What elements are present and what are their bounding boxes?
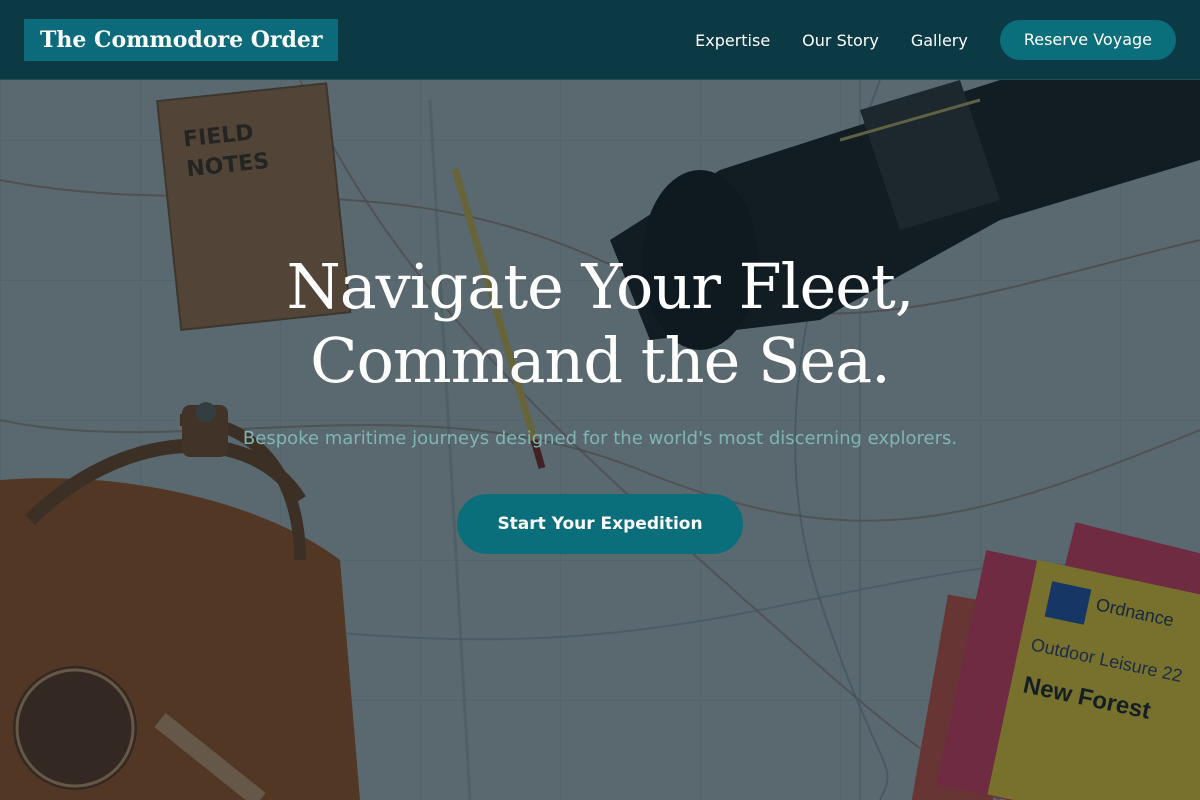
landing-page: FIELD NOTES <box>0 0 1200 800</box>
main-nav: Expertise Our Story Gallery Reserve Voya… <box>695 20 1176 60</box>
hero-section: Navigate Your Fleet, Command the Sea. Be… <box>0 250 1200 554</box>
hero-title-line-2: Command the Sea. <box>310 324 891 397</box>
reserve-voyage-button[interactable]: Reserve Voyage <box>999 20 1176 60</box>
site-header: The Commodore Order Expertise Our Story … <box>0 0 1200 80</box>
brand-logo[interactable]: The Commodore Order <box>24 19 339 61</box>
nav-link-gallery[interactable]: Gallery <box>911 31 968 50</box>
hero-title-line-1: Navigate Your Fleet, <box>286 250 914 323</box>
nav-link-expertise[interactable]: Expertise <box>695 31 770 50</box>
hero-subtitle: Bespoke maritime journeys designed for t… <box>242 428 958 449</box>
nav-link-our-story[interactable]: Our Story <box>802 31 879 50</box>
hero-title: Navigate Your Fleet, Command the Sea. <box>0 250 1200 398</box>
start-expedition-button[interactable]: Start Your Expedition <box>457 494 743 554</box>
